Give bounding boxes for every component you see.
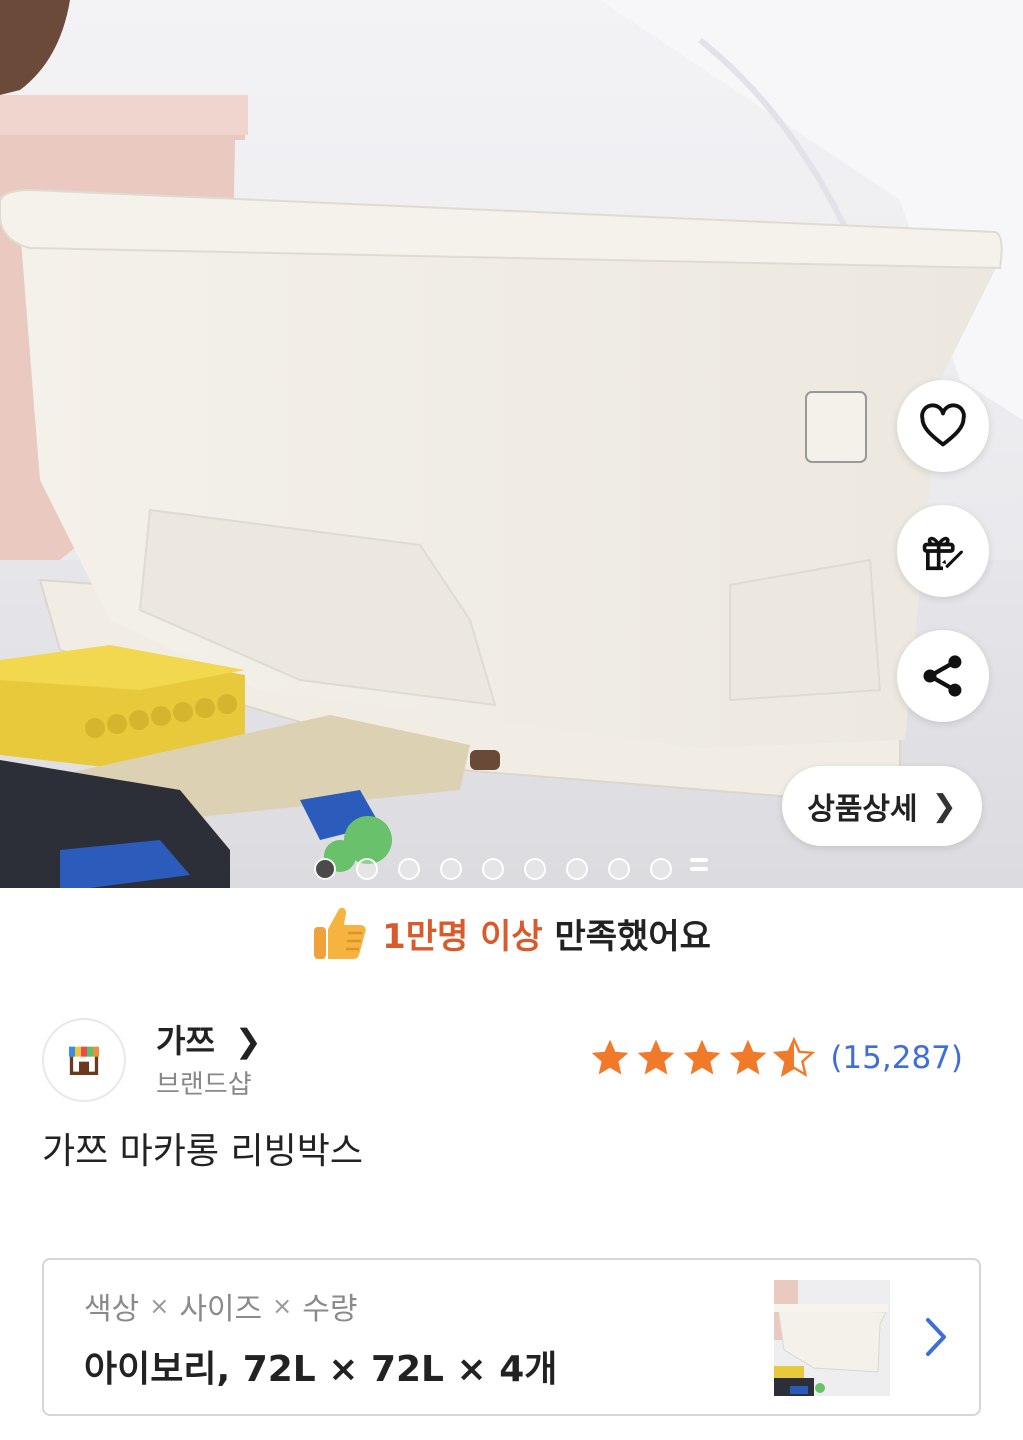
brand-name-link[interactable]: 가쯔 ❯: [156, 1016, 262, 1062]
storefront-icon: [69, 1046, 99, 1075]
star-full-icon: [591, 1039, 629, 1075]
chevron-right-icon: ❯: [234, 1022, 262, 1060]
option-label-color: 색상: [84, 1292, 140, 1327]
option-thumbnail: [774, 1280, 890, 1396]
option-separator: ×: [272, 1292, 293, 1320]
chevron-right-icon: ❯: [931, 788, 957, 824]
brand-logo[interactable]: [42, 1018, 126, 1102]
more-slides-icon: [690, 858, 708, 880]
carousel-dot[interactable]: [440, 858, 462, 880]
product-title: 가쯔 마카롱 리빙박스: [42, 1131, 363, 1172]
carousel-dot[interactable]: [398, 858, 420, 880]
carousel-dot[interactable]: [524, 858, 546, 880]
heart-icon: [920, 403, 966, 447]
share-icon: [923, 655, 962, 697]
product-detail-button[interactable]: 상품상세 ❯: [782, 766, 982, 846]
gift-rocket-icon: [922, 536, 963, 571]
gift-button[interactable]: [897, 505, 989, 597]
carousel-dot[interactable]: [356, 858, 378, 880]
option-selected-value: 아이보리, 72L × 72L × 4개: [84, 1349, 558, 1390]
brand-type: 브랜드샵: [156, 1070, 252, 1100]
carousel-dot[interactable]: [608, 858, 630, 880]
option-label-size: 사이즈: [179, 1292, 263, 1327]
carousel-dot[interactable]: [566, 858, 588, 880]
thumbs-up-icon: [314, 907, 366, 959]
like-button[interactable]: [897, 380, 989, 472]
satisfaction-highlight: 1만명 이상: [382, 916, 543, 957]
carousel-dot[interactable]: [650, 858, 672, 880]
satisfaction-text: 만족했어요: [554, 916, 711, 957]
product-photo: [0, 0, 1023, 888]
review-count: (15,287): [830, 1040, 963, 1076]
star-full-icon: [637, 1039, 675, 1075]
share-button[interactable]: [897, 630, 989, 722]
chevron-right-icon: [926, 1318, 946, 1356]
carousel-pagination: [0, 854, 1023, 882]
star-full-icon: [683, 1039, 721, 1075]
option-selector[interactable]: 색상 × 사이즈 × 수량 아이보리, 72L × 72L × 4개: [42, 1258, 981, 1416]
option-label-quantity: 수량: [302, 1292, 358, 1327]
carousel-dot[interactable]: [314, 858, 336, 880]
product-image-carousel[interactable]: 상품상세 ❯: [0, 0, 1023, 888]
satisfaction-banner: 1만명 이상 만족했어요: [0, 898, 1023, 968]
carousel-dot[interactable]: [482, 858, 504, 880]
rating-summary[interactable]: (15,287): [588, 1036, 963, 1080]
star-full-icon: [729, 1039, 767, 1075]
option-labels: 색상 × 사이즈 × 수량: [84, 1284, 357, 1328]
product-detail-label: 상품상세: [807, 792, 918, 827]
star-half-icon: [773, 1036, 816, 1077]
brand-name: 가쯔: [156, 1022, 215, 1060]
option-separator: ×: [149, 1292, 170, 1320]
